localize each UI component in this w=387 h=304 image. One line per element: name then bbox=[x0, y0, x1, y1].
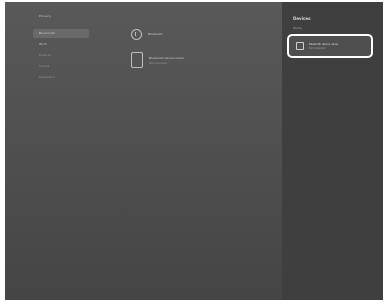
device-card-icon bbox=[296, 42, 304, 50]
device-label-stack: Bluetooth device name Not connected bbox=[149, 56, 184, 65]
sidebar-item-keyboard[interactable]: Keyboard bbox=[11, 73, 101, 82]
settings-window: Privacy Bluetooth Wi-Fi Display Sound Ke… bbox=[5, 2, 383, 300]
sidebar-item-sound[interactable]: Sound bbox=[11, 62, 101, 71]
device-status: Not connected bbox=[149, 61, 168, 65]
bluetooth-toggle-row[interactable]: Bluetooth bbox=[131, 26, 271, 42]
panel-title: Devices bbox=[293, 16, 311, 21]
sidebar-item-bluetooth[interactable]: Bluetooth bbox=[33, 29, 89, 38]
sidebar: Privacy Bluetooth Wi-Fi Display Sound Ke… bbox=[11, 12, 101, 84]
selected-device-card[interactable]: Bluetooth device name Not connected bbox=[287, 34, 373, 58]
bluetooth-content: Bluetooth Bluetooth device name Not conn… bbox=[131, 26, 271, 70]
panel-section-label: Nearby bbox=[293, 27, 303, 30]
device-card-status: Not connected bbox=[309, 46, 325, 50]
sidebar-item-wifi[interactable]: Wi-Fi bbox=[11, 40, 101, 49]
device-row[interactable]: Bluetooth device name Not connected bbox=[131, 50, 271, 70]
sidebar-item-display[interactable]: Display bbox=[11, 51, 101, 60]
device-card-name: Bluetooth device name bbox=[309, 42, 339, 46]
device-icon bbox=[131, 52, 143, 68]
devices-panel: Devices Nearby Bluetooth device name Not… bbox=[282, 2, 383, 300]
bluetooth-label: Bluetooth bbox=[148, 32, 163, 36]
device-name: Bluetooth device name bbox=[149, 55, 184, 60]
sidebar-item-privacy[interactable]: Privacy bbox=[11, 12, 101, 21]
main-pane: Privacy Bluetooth Wi-Fi Display Sound Ke… bbox=[5, 2, 282, 300]
bluetooth-icon bbox=[131, 28, 142, 40]
device-card-text: Bluetooth device name Not connected bbox=[309, 43, 338, 50]
